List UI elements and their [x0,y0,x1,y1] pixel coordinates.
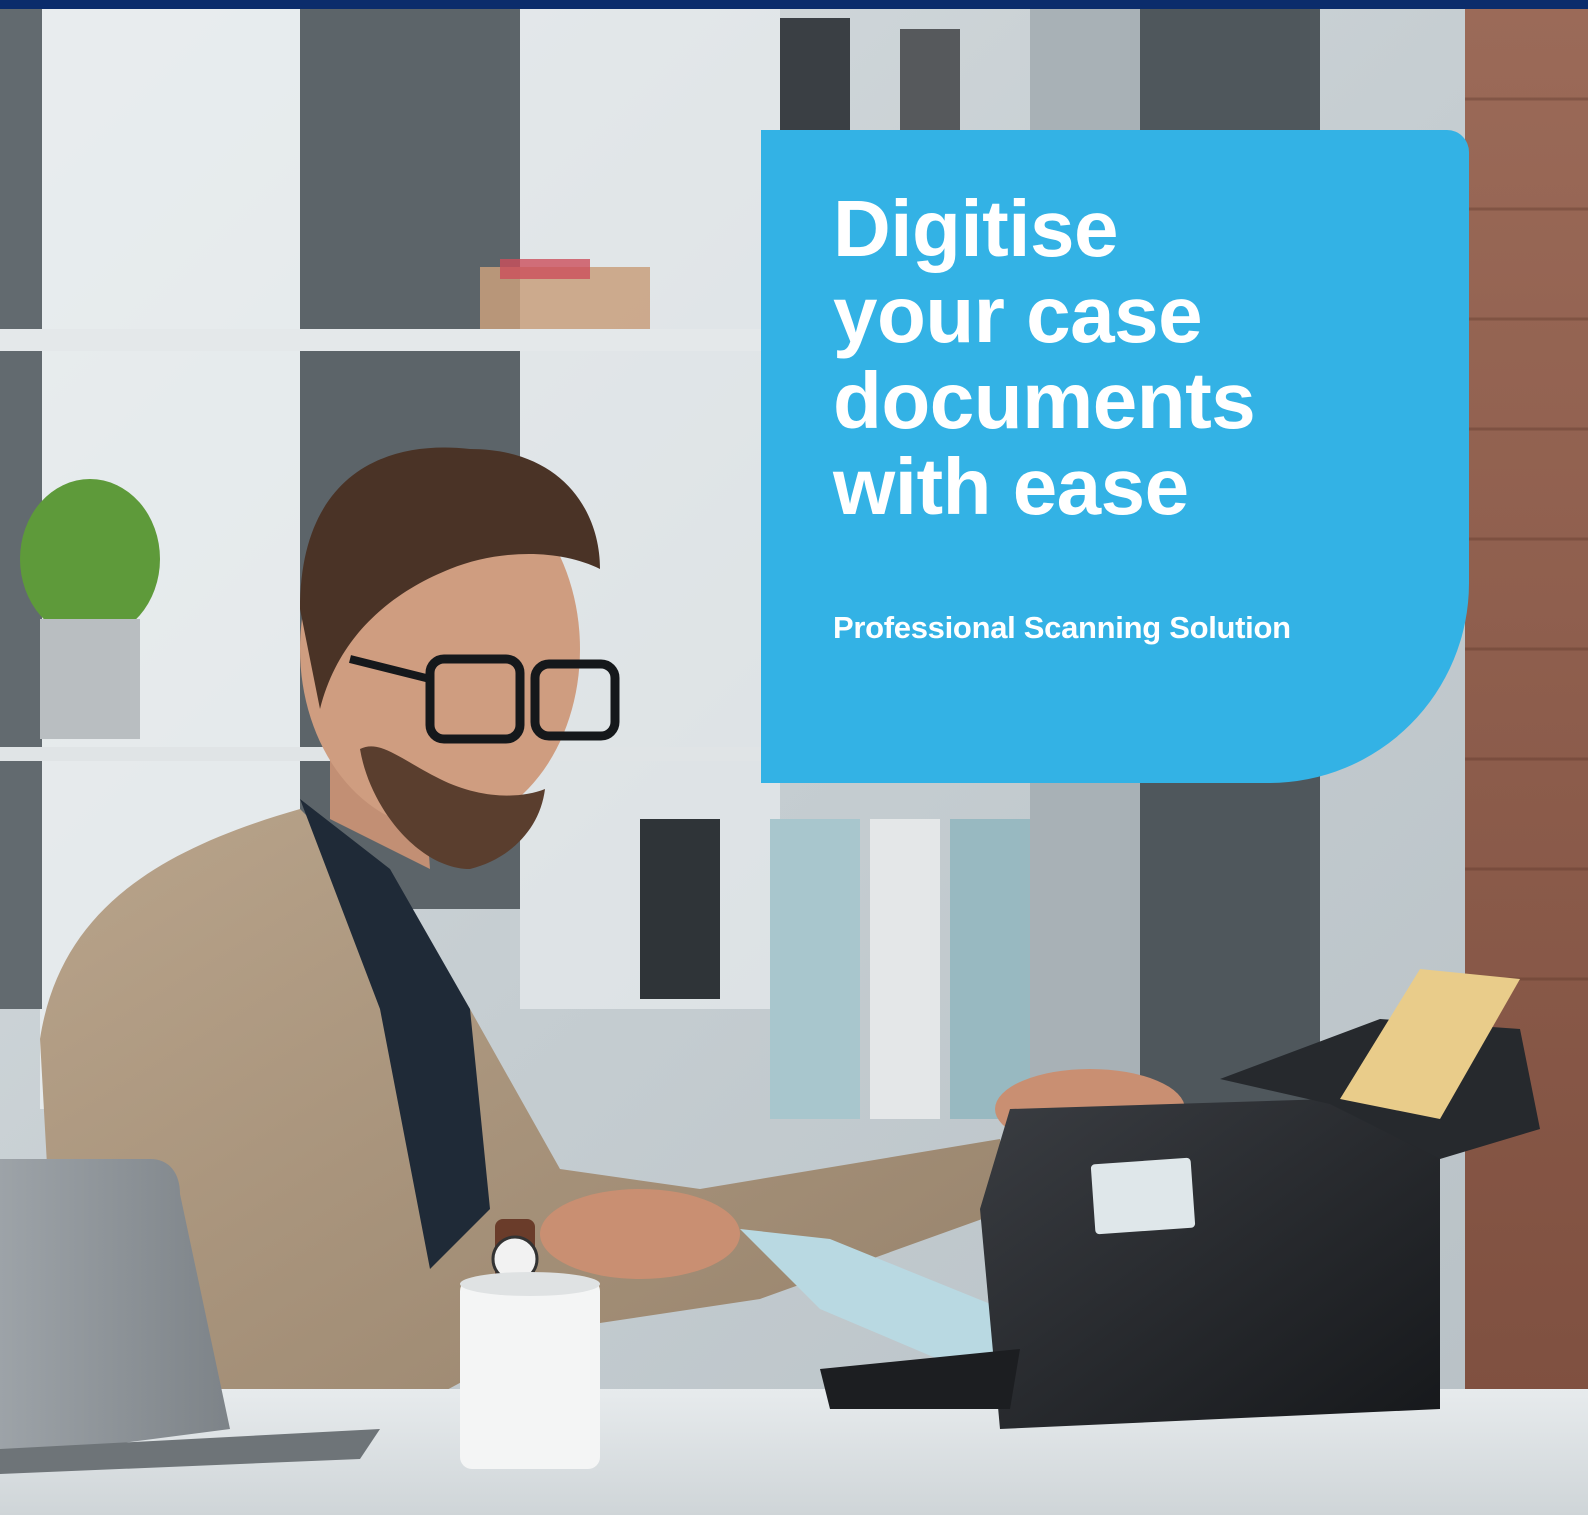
headline-line: your case [833,270,1203,359]
brochure-cover: Digitise your case documents with ease P… [0,0,1588,1515]
top-brand-bar [0,0,1588,9]
subheadline: Professional Scanning Solution [833,610,1291,645]
promo-card: Digitise your case documents with ease P… [761,130,1469,783]
headline: Digitise your case documents with ease [833,186,1433,530]
headline-line: Digitise [833,184,1118,273]
headline-line: documents [833,356,1256,445]
headline-line: with ease [833,442,1189,531]
